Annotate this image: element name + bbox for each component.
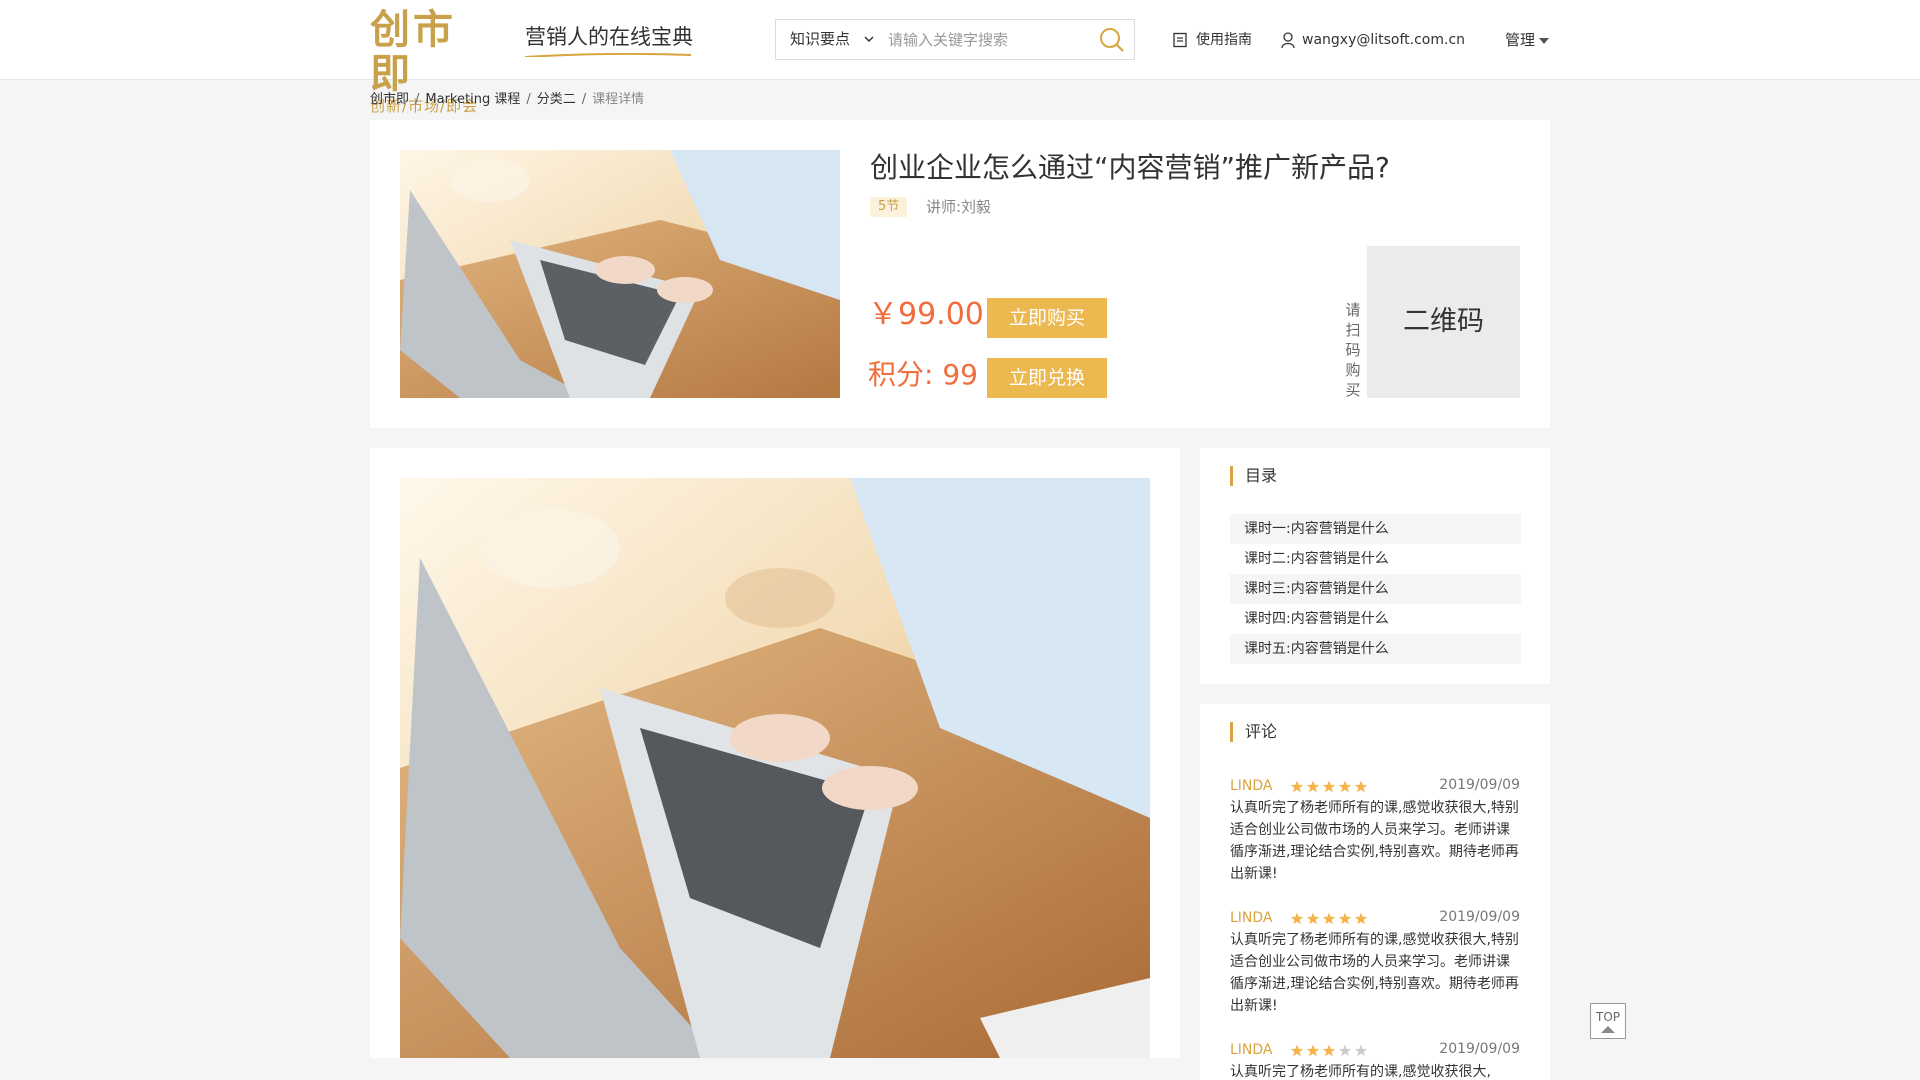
- star-filled-icon: [1290, 780, 1304, 793]
- star-filled-icon: [1338, 912, 1352, 925]
- course-thumbnail: [400, 150, 840, 398]
- breadcrumb-marketing[interactable]: Marketing 课程: [425, 92, 520, 107]
- buy-now-button[interactable]: 立即购买: [987, 298, 1107, 338]
- logo-main-text: 创市即: [370, 7, 456, 97]
- reviews-panel: 评论 LINDA 2019/09/09 认真听完了杨老师所有的课,感觉收获很大,…: [1200, 704, 1550, 1080]
- course-summary-card: 创业企业怎么通过“内容营销”推广新产品? 5节 讲师:刘毅 ￥99.00 立即购…: [370, 120, 1550, 428]
- toc-item[interactable]: 课时五:内容营销是什么: [1230, 634, 1521, 664]
- redeem-now-button[interactable]: 立即兑换: [987, 358, 1107, 398]
- course-content-panel: [370, 448, 1180, 1058]
- course-price: ￥99.00: [868, 297, 984, 332]
- star-empty-icon: [1338, 1044, 1352, 1057]
- review-date: 2019/09/09: [1439, 777, 1520, 793]
- star-filled-icon: [1290, 1044, 1304, 1057]
- breadcrumb-separator: /: [415, 92, 420, 107]
- toc-item[interactable]: 课时三:内容营销是什么: [1230, 574, 1521, 604]
- search-input[interactable]: [888, 24, 1088, 55]
- toc-panel: 目录 课时一:内容营销是什么 课时二:内容营销是什么 课时三:内容营销是什么 课…: [1200, 448, 1550, 684]
- review-date: 2019/09/09: [1439, 909, 1520, 925]
- course-content-image: [400, 478, 1150, 1058]
- document-icon: [1173, 32, 1187, 48]
- slogan-underline: [525, 53, 691, 57]
- star-filled-icon: [1306, 1044, 1320, 1057]
- user-email: wangxy@litsoft.com.cn: [1302, 32, 1466, 48]
- scan-to-buy-text: 请扫码购买: [1345, 301, 1361, 399]
- guide-label: 使用指南: [1196, 32, 1252, 48]
- star-filled-icon: [1338, 780, 1352, 793]
- course-points: 积分: 99: [868, 358, 978, 391]
- review-text: 认真听完了杨老师所有的课,感觉收获很大,特别适合创业公司做市场的人员来学习。老师…: [1230, 800, 1519, 882]
- breadcrumb-separator: /: [581, 92, 587, 107]
- review-date: 2019/09/09: [1439, 1041, 1520, 1057]
- star-filled-icon: [1306, 912, 1320, 925]
- star-rating: [1290, 1042, 1370, 1057]
- search-category-select[interactable]: 知识要点: [790, 20, 850, 59]
- breadcrumb-home[interactable]: 创市即: [370, 92, 409, 107]
- search-bar: 知识要点: [775, 19, 1135, 60]
- course-title: 创业企业怎么通过“内容营销”推广新产品?: [870, 151, 1390, 184]
- toc-item[interactable]: 课时一:内容营销是什么: [1230, 514, 1521, 544]
- top-label: TOP: [1595, 1010, 1620, 1024]
- toc-item[interactable]: 课时四:内容营销是什么: [1230, 604, 1521, 634]
- review-item: LINDA 2019/09/09 认真听完了杨老师所有的课,感觉收获很大,特别适…: [1230, 774, 1520, 885]
- review-user: LINDA: [1230, 1042, 1273, 1058]
- star-filled-icon: [1306, 780, 1320, 793]
- teacher-name: 讲师:刘毅: [926, 198, 992, 216]
- site-slogan: 营销人的在线宝典: [525, 25, 693, 49]
- manage-label: 管理: [1505, 31, 1536, 49]
- breadcrumb-separator: /: [526, 92, 531, 107]
- review-user: LINDA: [1230, 778, 1273, 794]
- review-text: 认真听完了杨老师所有的课,感觉收获很大,特别适合创业公司做市场的人员来学习。老师…: [1230, 932, 1519, 1014]
- review-item: LINDA 2019/09/09 认真听完了杨老师所有的课,感觉收获很大,特别适…: [1230, 906, 1520, 1017]
- top-header: 创市即 创新/市场/即会 营销人的在线宝典 知识要点 使用指南 wangxy@l…: [0, 0, 1920, 115]
- star-rating: [1290, 910, 1370, 925]
- breadcrumb-current: 课程详情: [592, 92, 645, 107]
- qr-code-placeholder: 二维码: [1367, 246, 1520, 398]
- star-filled-icon: [1354, 912, 1368, 925]
- user-icon: [1281, 32, 1295, 49]
- star-filled-icon: [1322, 780, 1336, 793]
- manage-menu[interactable]: 管理: [1505, 28, 1550, 52]
- caret-down-icon: [1539, 37, 1550, 44]
- search-icon[interactable]: [1098, 26, 1126, 54]
- star-filled-icon: [1322, 1044, 1336, 1057]
- star-filled-icon: [1354, 780, 1368, 793]
- star-filled-icon: [1322, 912, 1336, 925]
- breadcrumb: 创市即 / Marketing 课程 / 分类二 / 课程详情: [370, 90, 644, 110]
- star-rating: [1290, 778, 1370, 793]
- chevron-down-icon: [864, 36, 874, 43]
- toc-list: 课时一:内容营销是什么 课时二:内容营销是什么 课时三:内容营销是什么 课时四:…: [1230, 514, 1521, 664]
- toc-title: 目录: [1230, 466, 1277, 486]
- star-filled-icon: [1290, 912, 1304, 925]
- reviews-title: 评论: [1230, 722, 1277, 742]
- site-logo[interactable]: 创市即 创新/市场/即会: [370, 8, 492, 115]
- star-empty-icon: [1354, 1044, 1368, 1057]
- review-text: 认真听完了杨老师所有的课,感觉收获很大,: [1230, 1064, 1491, 1080]
- lesson-count-badge: 5节: [870, 197, 908, 217]
- arrow-up-icon: [1601, 1026, 1615, 1033]
- review-item: LINDA 2019/09/09 认真听完了杨老师所有的课,感觉收获很大,: [1230, 1038, 1520, 1080]
- back-to-top-button[interactable]: TOP: [1590, 1003, 1626, 1039]
- toc-item[interactable]: 课时二:内容营销是什么: [1230, 544, 1521, 574]
- breadcrumb-category[interactable]: 分类二: [537, 92, 576, 107]
- review-user: LINDA: [1230, 910, 1273, 926]
